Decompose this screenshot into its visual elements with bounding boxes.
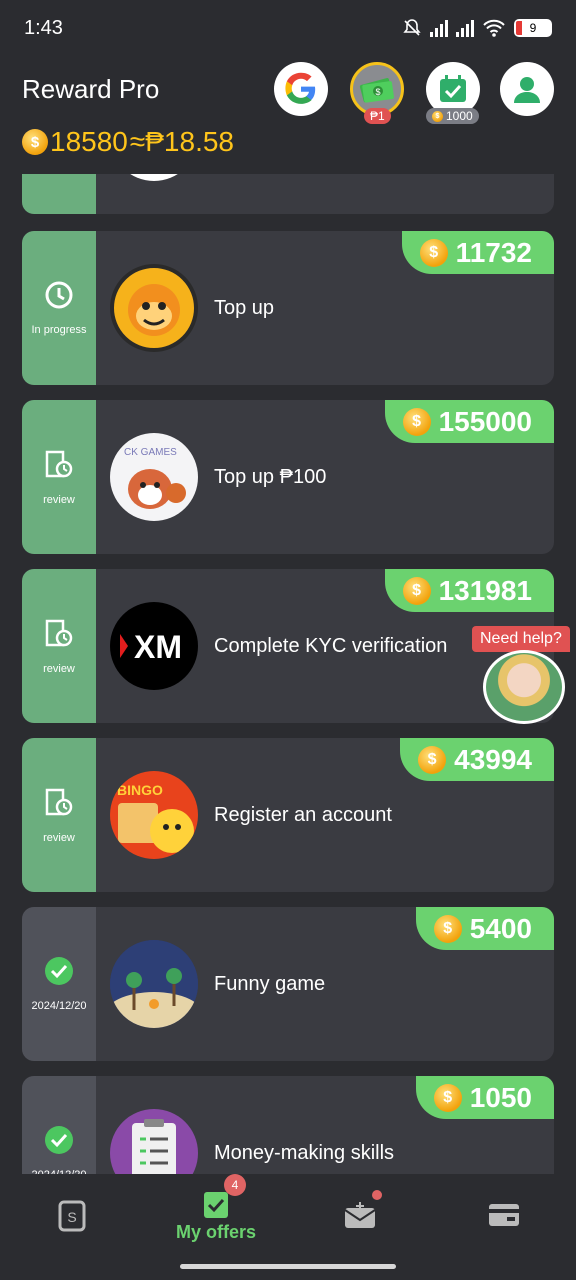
coin-icon: $ bbox=[419, 238, 448, 267]
beach-logo bbox=[110, 940, 198, 1028]
nav-invite[interactable] bbox=[288, 1174, 432, 1256]
home-indicator[interactable] bbox=[180, 1264, 396, 1269]
coin-amount: 18580 bbox=[50, 126, 128, 157]
offer-status-panel: 2024/12/20 bbox=[22, 1076, 96, 1174]
offer-card[interactable]: review BINGO Register an account $ 43994 bbox=[22, 738, 554, 892]
nav-wallet[interactable]: S bbox=[0, 1174, 144, 1256]
battery-icon: 9 bbox=[514, 19, 552, 37]
review-document-icon bbox=[45, 450, 73, 478]
nav-cash-out[interactable] bbox=[432, 1174, 576, 1256]
cash-badge: ₱1 bbox=[364, 108, 391, 124]
offer-reward: $ 43994 bbox=[400, 738, 554, 781]
status-bar: 1:43 9 bbox=[0, 0, 576, 56]
support-agent-avatar[interactable] bbox=[483, 650, 565, 724]
offer-status-text: review bbox=[43, 494, 75, 506]
offer-title: Top up bbox=[214, 296, 275, 319]
svg-text:S: S bbox=[67, 1209, 76, 1225]
check-circle-icon bbox=[45, 1126, 73, 1154]
google-icon bbox=[285, 72, 316, 104]
svg-text:XM: XM bbox=[134, 629, 182, 665]
svg-text:BINGO: BINGO bbox=[117, 782, 163, 798]
review-document-icon bbox=[45, 788, 73, 816]
offer-logo bbox=[110, 174, 198, 181]
offer-status-panel: review bbox=[22, 400, 96, 554]
bingo-logo: BINGO bbox=[110, 771, 198, 859]
games-logo: CK GAMES bbox=[110, 433, 198, 521]
calendar-check-icon bbox=[440, 75, 466, 102]
nav-my-offers-label: My offers bbox=[175, 1221, 256, 1242]
coin-balance: $ 18580 ≈₱18.58 bbox=[22, 126, 234, 158]
offer-reward: $ 11732 bbox=[401, 231, 554, 274]
review-document-icon bbox=[45, 619, 73, 647]
app-header: Reward Pro $ 18580 ≈₱18.58 $ ₱1 $ 1000 bbox=[0, 56, 576, 174]
offer-status-panel: review bbox=[22, 738, 96, 892]
notification-dot bbox=[372, 1190, 382, 1200]
offer-status-text: In progress bbox=[31, 324, 87, 336]
offer-card[interactable]: 2024/12/20 Funny game $ 5400 bbox=[22, 907, 554, 1061]
offer-reward: $ 131981 bbox=[384, 569, 554, 612]
wifi-icon bbox=[483, 19, 505, 37]
card-icon bbox=[489, 1204, 519, 1226]
status-icons: 9 bbox=[402, 18, 552, 38]
peso-equivalent: ≈₱18.58 bbox=[129, 126, 234, 157]
offer-card[interactable]: 2024/12/20 Money-making skills $ 1050 bbox=[22, 1076, 554, 1174]
coin-icon: $ bbox=[433, 914, 462, 943]
bottom-nav: S My offers 4 bbox=[0, 1174, 576, 1256]
clipboard-logo bbox=[110, 1109, 198, 1174]
offer-card[interactable]: In progress Top up $ 11732 bbox=[22, 231, 554, 385]
offer-status-panel: review bbox=[22, 569, 96, 723]
offer-reward: $ 155000 bbox=[384, 400, 554, 443]
svg-text:CK GAMES: CK GAMES bbox=[124, 447, 177, 458]
bell-muted-icon bbox=[403, 19, 421, 36]
status-time: 1:43 bbox=[24, 16, 63, 39]
offer-status-text: review bbox=[43, 663, 75, 675]
offer-status-panel: In progress bbox=[22, 231, 96, 385]
offer-card[interactable]: review CK GAMES Top up ₱100 $ 155000 bbox=[22, 400, 554, 554]
monkey-logo bbox=[110, 264, 198, 352]
signal-icon bbox=[430, 19, 448, 37]
clock-icon bbox=[45, 281, 73, 309]
app-title: Reward Pro bbox=[22, 74, 160, 104]
nav-my-offers[interactable]: My offers 4 bbox=[144, 1174, 288, 1256]
offer-title: Register an account bbox=[214, 803, 392, 826]
offer-card[interactable] bbox=[22, 174, 554, 214]
signal-icon-2 bbox=[456, 19, 474, 37]
coin-icon: $ bbox=[432, 110, 443, 122]
offer-title: Money-making skills bbox=[214, 1141, 395, 1164]
offer-status-panel bbox=[22, 174, 96, 214]
offers-count-badge: 4 bbox=[224, 1174, 246, 1196]
svg-text:$: $ bbox=[375, 87, 380, 97]
coin-icon: $ bbox=[433, 1083, 462, 1112]
coin-icon: $ bbox=[22, 129, 48, 155]
xm-logo: XM bbox=[110, 602, 198, 690]
offer-status-text: review bbox=[43, 832, 75, 844]
google-button[interactable] bbox=[274, 62, 328, 116]
offer-completed-date: 2024/12/20 bbox=[31, 1000, 87, 1012]
offer-reward: $ 5400 bbox=[415, 907, 554, 950]
coin-icon: $ bbox=[402, 576, 431, 605]
offer-title: Funny game bbox=[214, 972, 326, 995]
coin-icon: $ bbox=[418, 745, 447, 774]
need-help-label[interactable]: Need help? bbox=[472, 626, 570, 652]
mail-plus-icon bbox=[344, 1202, 376, 1228]
offer-status-panel: 2024/12/20 bbox=[22, 907, 96, 1061]
check-circle-icon bbox=[45, 957, 73, 985]
wallet-card-icon: S bbox=[58, 1200, 86, 1232]
offer-reward: $ 1050 bbox=[415, 1076, 554, 1119]
offer-title: Top up ₱100 bbox=[214, 465, 327, 488]
money-stack-icon: $ bbox=[359, 78, 394, 103]
profile-button[interactable] bbox=[500, 62, 554, 116]
coin-icon: $ bbox=[402, 407, 431, 436]
user-icon bbox=[514, 77, 540, 103]
checkin-badge: $ 1000 bbox=[426, 108, 479, 124]
